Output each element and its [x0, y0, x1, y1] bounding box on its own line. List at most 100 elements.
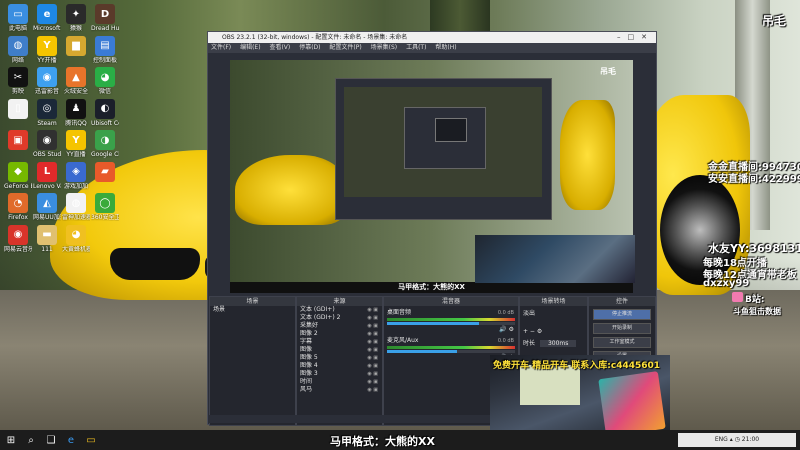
visibility-lock-icon[interactable]: ◉ ▣ [367, 306, 378, 314]
desktop-icon[interactable]: ◑Google Chrome [91, 130, 119, 158]
visibility-lock-icon[interactable]: ◉ ▣ [367, 314, 378, 322]
desktop-icon-label: 网易UU加速器 [33, 214, 61, 221]
source-label: 风马 [300, 386, 313, 393]
menu-docks[interactable]: 停靠(D) [299, 44, 320, 51]
desktop-icon[interactable]: LLenovo Vantage [33, 161, 61, 190]
studio-mode-button[interactable]: 工作室模式 [593, 337, 651, 348]
desktop-icon[interactable]: ◔ Firefox [4, 193, 32, 221]
source-item[interactable]: 风马 ◉ ▣ [297, 386, 382, 394]
desktop-icon-label: Lenovo Vantage [33, 182, 61, 190]
visibility-lock-icon[interactable]: ◉ ▣ [367, 354, 378, 362]
edge-icon[interactable]: e [64, 433, 78, 447]
volume-meter [387, 318, 515, 321]
desktop-icon[interactable]: ▤ 控制面板 [91, 35, 119, 64]
desktop-icon[interactable]: ▲ 火绒安全 [62, 67, 90, 95]
visibility-lock-icon[interactable]: ◉ ▣ [367, 370, 378, 378]
desktop-icon[interactable]: DDread Hunger [91, 4, 119, 32]
desktop-icon[interactable]: Y YY直播 [62, 130, 90, 158]
source-item[interactable]: 图像 4 ◉ ▣ [297, 362, 382, 370]
task-view-icon[interactable]: ❑ [44, 433, 58, 447]
visibility-lock-icon[interactable]: ◉ ▣ [367, 362, 378, 370]
desktop-icon[interactable]: ♟ 腾讯QQ [62, 98, 90, 127]
preview-car [235, 155, 345, 225]
source-label: 文本 (GDI+) [300, 306, 335, 313]
desktop-icon[interactable]: ◕ 大黄蜂机器 [62, 224, 90, 253]
start-icon[interactable]: ⊞ [4, 433, 18, 447]
source-item[interactable]: 图像 2 ◉ ▣ [297, 330, 382, 338]
volume-slider[interactable] [387, 350, 515, 353]
source-label: 图像 [300, 346, 313, 353]
desktop-icon[interactable]: ✂ 剪映 [4, 67, 32, 95]
duration-input[interactable]: 300ms [539, 340, 577, 347]
desktop-icon[interactable]: ▯ [4, 98, 32, 120]
desktop-icon[interactable]: ◉OBS Studio [33, 130, 61, 158]
desktop-icon[interactable]: ▭ 此电脑 [4, 4, 32, 32]
volume-slider[interactable] [387, 322, 515, 325]
desktop-icon[interactable]: ▰ [91, 161, 119, 183]
menu-edit[interactable]: 编辑(E) [240, 44, 260, 51]
desktop-icon-label: 111 [41, 245, 53, 253]
scene-item[interactable]: 场景 [210, 306, 295, 314]
overlay-bilibili-label: B站: [745, 295, 765, 305]
app-icon: ◆ [8, 161, 28, 182]
window-controls[interactable]: –□✕ [617, 32, 654, 43]
visibility-lock-icon[interactable]: ◉ ▣ [367, 378, 378, 386]
desktop-icon[interactable]: ▆ [62, 35, 90, 57]
obs-titlebar[interactable]: OBS 23.2.1 (32-bit, windows) - 配置文件: 未命名… [208, 32, 656, 43]
desktop-icon[interactable]: ◉ 网易云音乐 [4, 224, 32, 253]
system-tray[interactable]: ENG ▴ ◷ 21:00 [678, 433, 796, 447]
source-item[interactable]: 采集好 ◉ ▣ [297, 322, 382, 330]
app-icon: ◉ [37, 130, 57, 150]
visibility-lock-icon[interactable]: ◉ ▣ [367, 338, 378, 346]
menu-profile[interactable]: 配置文件(P) [329, 44, 361, 51]
source-item[interactable]: 文本 (GDI+) ◉ ▣ [297, 306, 382, 314]
desktop-icon[interactable]: ◈ 游戏加加 [62, 161, 90, 190]
mute-settings-icon[interactable]: 🔊 ⚙ [384, 326, 518, 334]
app-icon: ▯ [8, 98, 28, 119]
desktop-icon[interactable]: ◉ 迅雷影音 [33, 67, 61, 95]
desktop-icon[interactable]: eMicrosoft Edge [33, 4, 61, 32]
stop-streaming-button[interactable]: 停止推流 [593, 309, 651, 320]
source-item[interactable]: 字幕 ◉ ▣ [297, 338, 382, 346]
desktop-icon-label: 雷神加速器 [62, 214, 90, 221]
webcam-overlay [475, 235, 635, 283]
desktop-icon[interactable]: ◕ 微信 [91, 67, 119, 95]
source-item[interactable]: 文本 (GDI+) 2 ◉ ▣ [297, 314, 382, 322]
visibility-lock-icon[interactable]: ◉ ▣ [367, 386, 378, 394]
menu-view[interactable]: 查看(V) [269, 44, 290, 51]
start-recording-button[interactable]: 开始录制 [593, 323, 651, 334]
desktop-icon[interactable]: ✦ 猿猴 [62, 4, 90, 32]
menu-scene-collection[interactable]: 场景集(S) [371, 44, 398, 51]
desktop-icon-label: Microsoft Edge [33, 25, 61, 32]
transition-type[interactable]: 淡出 [520, 310, 587, 318]
explorer-icon[interactable]: ▭ [84, 433, 98, 447]
desktop-icon[interactable]: ◍ 雷神加速器 [62, 193, 90, 221]
menu-tools[interactable]: 工具(T) [406, 44, 426, 51]
app-icon: ▰ [95, 161, 115, 182]
menu-file[interactable]: 文件(F) [211, 44, 231, 51]
app-icon: ◕ [66, 224, 86, 245]
visibility-lock-icon[interactable]: ◉ ▣ [367, 346, 378, 354]
visibility-lock-icon[interactable]: ◉ ▣ [367, 322, 378, 330]
transition-add-remove[interactable]: + − ⚙ [520, 328, 587, 336]
menu-help[interactable]: 帮助(H) [435, 44, 456, 51]
source-label: 图像 3 [300, 370, 318, 377]
source-item[interactable]: 图像 5 ◉ ▣ [297, 354, 382, 362]
desktop-icon[interactable]: ◎ Steam [33, 98, 61, 127]
source-item[interactable]: 时间 ◉ ▣ [297, 378, 382, 386]
desktop-icon[interactable]: ▬ 111 [33, 224, 61, 253]
source-label: 字幕 [300, 338, 313, 345]
mixer-track-header: 桌面音频 0.0 dB [384, 309, 518, 317]
desktop-icon[interactable]: ▣ [4, 130, 32, 151]
desktop-icon[interactable]: ◆GeForce Experience [4, 161, 32, 190]
desktop-icon[interactable]: ◐Ubisoft Connect [91, 98, 119, 127]
desktop-icon[interactable]: ◭网易UU加速器 [33, 193, 61, 221]
source-item[interactable]: 图像 ◉ ▣ [297, 346, 382, 354]
desktop-icon[interactable]: Y YY开播 [33, 35, 61, 64]
visibility-lock-icon[interactable]: ◉ ▣ [367, 330, 378, 338]
source-item[interactable]: 图像 3 ◉ ▣ [297, 370, 382, 378]
desktop-icon[interactable]: ◯360安全卫士 [91, 193, 119, 221]
search-icon[interactable]: ⌕ [24, 433, 38, 447]
desktop-icon-label: 网络 [11, 56, 24, 64]
desktop-icon[interactable]: ◍ 网络 [4, 35, 32, 64]
